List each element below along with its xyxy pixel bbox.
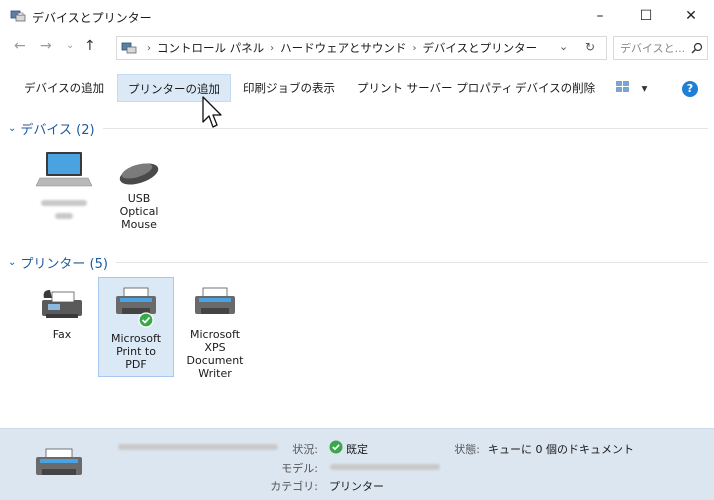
collapse-chevron-icon: ⌄ [8,256,17,268]
device-tile-computer[interactable] [26,142,102,234]
minimize-button[interactable]: – [577,0,623,32]
printer-caption-line: Print to [116,345,156,358]
help-icon: ? [682,81,698,97]
device-caption-line: USB [127,192,151,205]
printer-caption-line: PDF [125,358,147,371]
status-label: 状況: [292,443,318,456]
ok-check-icon [329,440,343,457]
search-input[interactable]: デバイスと... [613,36,708,60]
forward-button[interactable]: → [40,38,52,54]
recent-locations-button[interactable]: ⌄ [66,40,74,51]
search-placeholder: デバイスと... [620,42,686,55]
mouse-cursor-icon [202,96,224,133]
close-button[interactable]: ✕ [668,0,714,32]
status-value: 既定 [346,443,368,456]
printer-name-blurred [118,444,278,450]
add-device-button[interactable]: デバイスの追加 [14,74,114,102]
maximize-button[interactable]: ☐ [623,0,669,32]
printer-caption-line: Microsoft [189,328,241,341]
printer-caption-line: Document [186,354,244,367]
printer-tile-microsoft-print-to-pdf[interactable]: Microsoft Print to PDF [98,277,174,377]
details-pane: 状況: 既定 状態: キューに 0 個のドキュメント モデル: カテゴリ: プリ… [0,428,714,500]
printers-group-label: プリンター (5) [20,256,108,272]
breadcrumb-separator: › [270,42,275,54]
group-divider [102,127,708,129]
breadcrumb-separator: › [147,42,151,54]
command-bar: デバイスの追加 プリンターの追加 印刷ジョブの表示 プリント サーバー プロパテ… [0,74,714,106]
device-tile-usb-mouse[interactable]: USB Optical Mouse [101,142,177,242]
device-caption-line: Optical [119,205,159,218]
breadcrumb-separator: › [412,42,417,54]
collapse-chevron-icon: ⌄ [8,122,17,134]
device-caption-blurred [26,196,102,222]
devices-group-header[interactable]: ⌄ デバイス (2) [8,118,708,138]
printer-tile-fax[interactable]: Fax [24,278,100,348]
category-label: カテゴリ: [270,480,318,493]
group-divider [115,261,708,263]
up-button[interactable]: ↑ [84,38,96,54]
control-panel-icon [121,41,137,55]
see-print-jobs-button[interactable]: 印刷ジョブの表示 [233,74,345,102]
refresh-button[interactable]: ↻ [585,40,595,54]
navigation-bar: ← → ⌄ ↑ › コントロール パネル › ハードウェアとサウンド › デバイ… [0,32,714,64]
back-button[interactable]: ← [14,38,26,54]
printer-caption-line: Fax [52,328,72,341]
laptop-icon [26,148,102,192]
printer-icon [99,284,173,328]
selected-printer-icon [30,445,88,488]
breadcrumb-hardware-and-sound[interactable]: ハードウェアとサウンド [280,40,406,56]
print-server-properties-button[interactable]: プリント サーバー プロパティ [347,74,523,102]
printer-caption-line: Microsoft [110,332,162,345]
state-label: 状態: [454,443,480,456]
view-dropdown-icon: ▾ [641,81,648,95]
mouse-icon [101,148,177,188]
remove-device-button[interactable]: デバイスの削除 [505,74,605,102]
change-view-button[interactable]: ▾ [610,74,653,102]
printer-tile-microsoft-xps-document-writer[interactable]: Microsoft XPS Document Writer [177,278,253,390]
fax-icon [24,284,100,324]
model-value-blurred [330,464,440,470]
printer-caption-line: XPS [204,341,226,354]
printer-caption-line: Writer [198,367,232,380]
devices-and-printers-icon [10,9,26,26]
state-value: キューに 0 個のドキュメント [488,443,634,456]
window-title: デバイスとプリンター [32,11,152,25]
search-icon [691,42,703,57]
breadcrumb-devices-and-printers[interactable]: デバイスとプリンター [422,40,537,56]
printers-group-header[interactable]: ⌄ プリンター (5) [8,252,708,272]
address-bar[interactable]: › コントロール パネル › ハードウェアとサウンド › デバイスとプリンター … [116,36,607,60]
breadcrumb-control-panel[interactable]: コントロール パネル [157,40,264,56]
address-dropdown-button[interactable]: ⌄ [559,40,568,53]
model-label: モデル: [281,462,318,475]
printer-icon [177,284,253,324]
help-button[interactable]: ? [682,80,698,97]
device-caption-line: Mouse [121,218,157,231]
view-tiles-icon [616,75,630,103]
devices-group-label: デバイス (2) [20,122,95,138]
title-bar: デバイスとプリンター – ☐ ✕ [0,0,714,32]
category-value: プリンター [329,480,384,493]
